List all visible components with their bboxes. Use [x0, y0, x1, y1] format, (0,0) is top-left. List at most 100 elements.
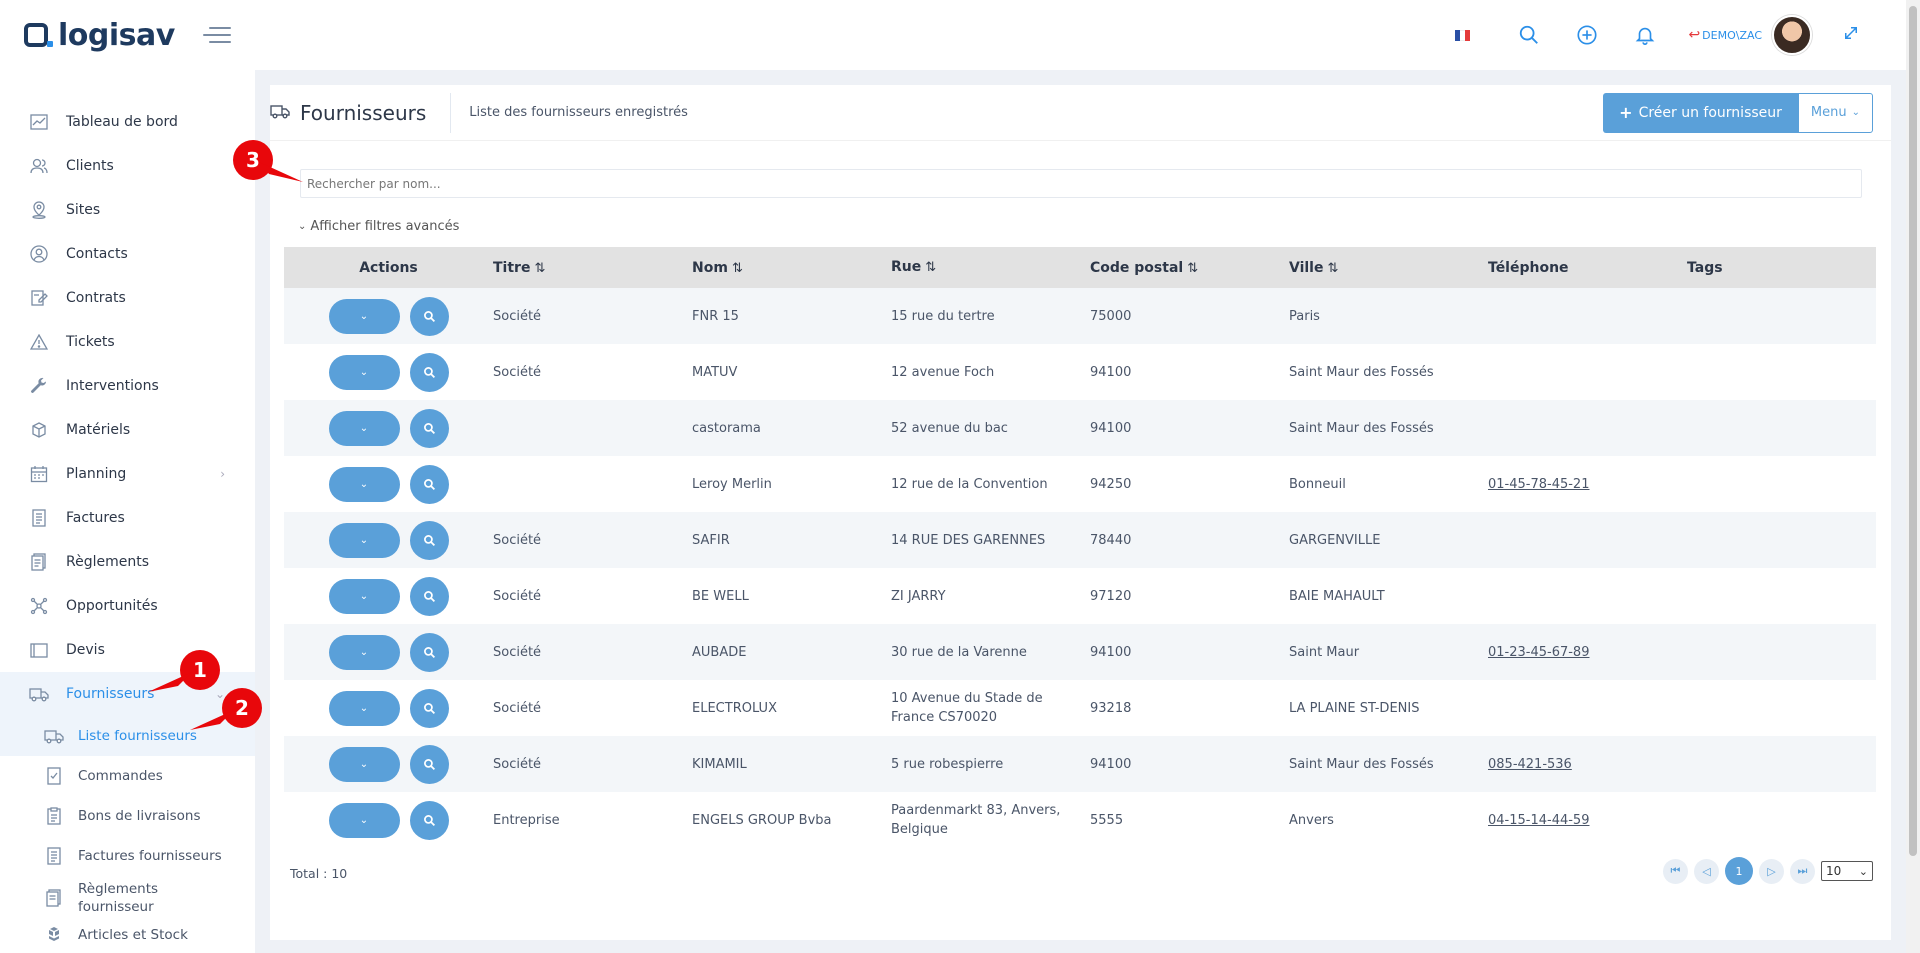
row-actions: ⌄ — [284, 296, 493, 336]
row-view-button[interactable] — [409, 576, 449, 616]
scrollbar-thumb[interactable] — [1909, 6, 1917, 856]
sidebar-subitem-articles-et-stock[interactable]: Articles et Stock — [0, 920, 255, 950]
header-nom[interactable]: Nom ⇅ — [692, 260, 891, 276]
user-context[interactable]: ↩ DEMO\ZAC — [1688, 27, 1762, 43]
french-flag-icon[interactable] — [1455, 29, 1471, 41]
quote-icon — [28, 640, 50, 660]
sidebar-subitem-label: Commandes — [78, 768, 163, 784]
prev-page-icon[interactable]: ◁ — [1694, 858, 1719, 884]
sidebar: Tableau de bord Clients Sites Contacts C… — [0, 70, 255, 953]
sidebar-item-contacts[interactable]: Contacts — [0, 232, 255, 276]
sidebar-item-tickets[interactable]: Tickets — [0, 320, 255, 364]
payment-icon — [44, 888, 64, 908]
bell-icon[interactable] — [1632, 22, 1658, 48]
row-dropdown-button[interactable]: ⌄ — [328, 522, 400, 558]
row-view-button[interactable] — [409, 352, 449, 392]
sidebar-item-materiels[interactable]: Matériels — [0, 408, 255, 452]
wrench-icon — [28, 376, 50, 396]
table-row: ⌄ Société FNR 15 15 rue du tertre 75000 Paris — [284, 288, 1876, 344]
chevron-right-icon: › — [220, 467, 225, 481]
row-dropdown-button[interactable]: ⌄ — [328, 578, 400, 614]
row-dropdown-button[interactable]: ⌄ — [328, 466, 400, 502]
table-row: ⌄ castorama 52 avenue du bac 94100 Saint Mau… — [284, 400, 1876, 456]
row-view-button[interactable] — [409, 520, 449, 560]
sidebar-item-factures[interactable]: Factures — [0, 496, 255, 540]
sidebar-item-reglements[interactable]: Règlements — [0, 540, 255, 584]
phone-link[interactable]: 04-15-14-44-59 — [1488, 813, 1589, 828]
row-dropdown-button[interactable]: ⌄ — [328, 298, 400, 334]
plus-icon: + — [1619, 103, 1633, 122]
header-ville[interactable]: Ville ⇅ — [1289, 260, 1488, 276]
header-rue[interactable]: Rue ⇅ — [891, 258, 1090, 277]
sidebar-subitem-label: Bons de livraisons — [78, 808, 201, 824]
row-dropdown-button[interactable]: ⌄ — [328, 802, 400, 838]
page-scrollbar[interactable] — [1906, 0, 1920, 953]
row-dropdown-button[interactable]: ⌄ — [328, 690, 400, 726]
cell-ville: Saint Maur — [1289, 644, 1360, 660]
sidebar-item-interventions[interactable]: Interventions — [0, 364, 255, 408]
phone-link[interactable]: 085-421-536 — [1488, 757, 1572, 772]
sidebar-subitem-commandes[interactable]: Commandes — [0, 756, 255, 796]
cell-ville: BAIE MAHAULT — [1289, 588, 1385, 604]
create-supplier-button[interactable]: + Créer un fournisseur — [1603, 92, 1798, 133]
header-telephone: Téléphone — [1488, 259, 1569, 276]
sidebar-item-clients[interactable]: Clients — [0, 144, 255, 188]
add-circle-icon[interactable] — [1574, 22, 1600, 48]
sidebar-subitem-factures-fournisseurs[interactable]: Factures fournisseurs — [0, 836, 255, 876]
logo[interactable]: logisav — [24, 18, 175, 53]
sidebar-subitem-bons-de-livraisons[interactable]: Bons de livraisons — [0, 796, 255, 836]
sidebar-item-sites[interactable]: Sites — [0, 188, 255, 232]
sidebar-item-tableau-de-bord[interactable]: Tableau de bord — [0, 100, 255, 144]
row-dropdown-button[interactable]: ⌄ — [328, 410, 400, 446]
per-page-value: 10 — [1826, 864, 1842, 878]
sidebar-item-opportunites[interactable]: Opportunités — [0, 584, 255, 628]
row-view-button[interactable] — [409, 408, 449, 448]
row-view-button[interactable] — [409, 296, 449, 336]
row-view-button[interactable] — [409, 688, 449, 728]
sidebar-item-contrats[interactable]: Contrats — [0, 276, 255, 320]
row-view-button[interactable] — [409, 744, 449, 784]
next-page-icon[interactable]: ▷ — [1759, 858, 1784, 884]
menu-toggle-icon[interactable] — [201, 25, 231, 45]
search-input[interactable] — [300, 169, 1862, 198]
row-dropdown-button[interactable]: ⌄ — [328, 354, 400, 390]
first-page-icon[interactable]: ⏮ — [1663, 858, 1688, 884]
row-view-button[interactable] — [409, 632, 449, 672]
cell-nom: ELECTROLUX — [692, 700, 777, 716]
sidebar-item-label: Contrats — [66, 290, 126, 306]
menu-button[interactable]: Menu ⌄ — [1797, 92, 1873, 133]
sidebar-item-planning[interactable]: Planning › — [0, 452, 255, 496]
search-icon — [423, 534, 435, 546]
header-code-postal[interactable]: Code postal ⇅ — [1090, 260, 1289, 276]
sort-icon: ⇅ — [534, 260, 546, 276]
chevron-down-icon: ⌄ — [359, 814, 369, 826]
chevron-down-icon: ⌄ — [359, 758, 369, 770]
sort-icon: ⇅ — [731, 260, 743, 276]
row-view-button[interactable] — [409, 464, 449, 504]
row-dropdown-button[interactable]: ⌄ — [328, 634, 400, 670]
chevron-down-icon: ⌄ — [1858, 864, 1868, 878]
sidebar-item-label: Règlements — [66, 554, 150, 570]
phone-link[interactable]: 01-45-78-45-21 — [1488, 477, 1589, 492]
table-row: ⌄ Société AUBADE 30 rue de la Varenne 94100 S… — [284, 624, 1876, 680]
avatar[interactable] — [1772, 15, 1812, 55]
row-dropdown-button[interactable]: ⌄ — [328, 746, 400, 782]
chevron-down-icon: ⌄ — [359, 366, 369, 378]
per-page-select[interactable]: 10 ⌄ — [1821, 861, 1873, 881]
table-row: ⌄ Société ELECTROLUX 10 Avenue du Stade de … — [284, 680, 1876, 736]
callout-marker-3: 3 — [233, 140, 303, 182]
row-view-button[interactable] — [409, 800, 449, 840]
sidebar-subitem-label: Factures fournisseurs — [78, 848, 222, 864]
advanced-filters-toggle[interactable]: ⌄ Afficher filtres avancés — [298, 219, 459, 234]
cell-code-postal: 94100 — [1090, 756, 1132, 772]
box-icon — [28, 420, 50, 440]
header-titre[interactable]: Titre ⇅ — [493, 260, 692, 276]
expand-icon[interactable] — [1842, 24, 1860, 46]
phone-link[interactable]: 01-23-45-67-89 — [1488, 645, 1589, 660]
sidebar-subitem-reglements-fournisseur[interactable]: Règlements fournisseur — [0, 876, 255, 920]
page-header: Fournisseurs Liste des fournisseurs enre… — [270, 85, 1891, 141]
last-page-icon[interactable]: ⏭ — [1790, 858, 1815, 884]
page-number-current[interactable]: 1 — [1725, 857, 1753, 885]
search-icon[interactable] — [1516, 22, 1542, 48]
cell-nom: ENGELS GROUP Bvba — [692, 812, 832, 828]
